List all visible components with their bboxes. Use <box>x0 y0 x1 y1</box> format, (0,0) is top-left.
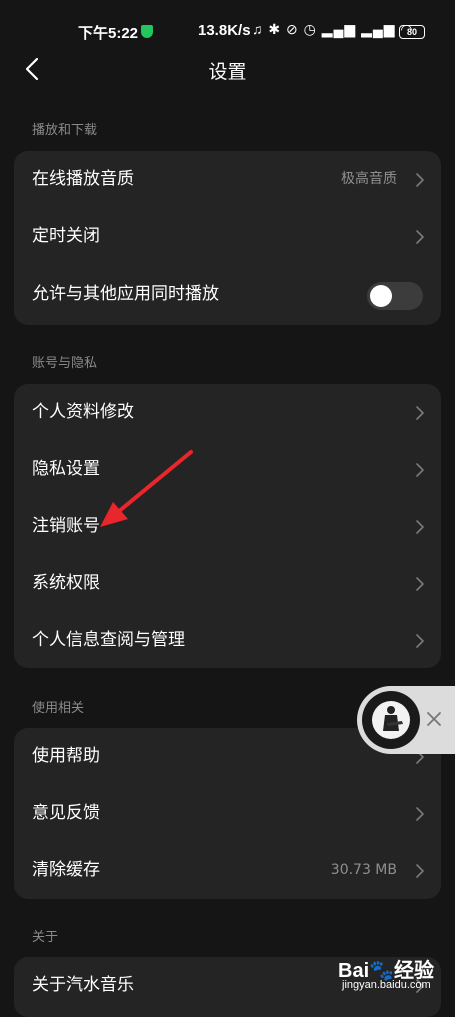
row-clear-cache[interactable]: 清除缓存 30.73 MB <box>14 842 441 899</box>
row-system-permissions[interactable]: 系统权限 <box>14 555 441 612</box>
cover-art-icon <box>383 706 403 731</box>
chevron-right-icon <box>416 406 424 420</box>
shield-icon <box>141 25 153 38</box>
close-icon[interactable] <box>423 708 445 730</box>
chevron-right-icon <box>416 520 424 534</box>
section-label-playback: 播放和下载 <box>32 123 98 138</box>
row-label: 在线播放音质 <box>32 169 134 189</box>
chevron-right-icon <box>416 634 424 648</box>
row-label: 允许与其他应用同时播放 <box>32 284 219 304</box>
card-playback: 在线播放音质 极高音质 定时关闭 允许与其他应用同时播放 <box>14 151 441 325</box>
row-privacy-settings[interactable]: 隐私设置 <box>14 441 441 498</box>
row-value: 极高音质 <box>341 171 397 187</box>
row-label: 意见反馈 <box>32 803 100 823</box>
status-bar: 下午5:22 13.8K/s ♫ ✱ ⊘ ◷ ▂▄▆ ▂▄▆ ◠ 80 <box>0 0 455 50</box>
section-label-account: 账号与隐私 <box>32 356 98 371</box>
row-mix-playback: 允许与其他应用同时播放 <box>14 266 441 323</box>
chevron-right-icon <box>416 230 424 244</box>
row-label: 系统权限 <box>32 573 100 593</box>
row-label: 个人信息查阅与管理 <box>32 630 185 650</box>
row-label: 个人资料修改 <box>32 402 134 422</box>
section-label-usage: 使用相关 <box>32 701 85 716</box>
network-speed: 13.8K/s <box>198 22 251 39</box>
row-value: 30.73 MB <box>330 862 397 878</box>
chevron-right-icon <box>416 173 424 187</box>
row-playback-quality[interactable]: 在线播放音质 极高音质 <box>14 151 441 208</box>
row-label: 隐私设置 <box>32 459 100 479</box>
chevron-right-icon <box>416 864 424 878</box>
row-edit-profile[interactable]: 个人资料修改 <box>14 384 441 441</box>
now-playing-cover[interactable] <box>362 691 420 749</box>
card-account: 个人资料修改 隐私设置 注销账号 系统权限 个人信息查阅与管理 <box>14 384 441 668</box>
section-label-about: 关于 <box>32 930 59 945</box>
row-label: 定时关闭 <box>32 226 100 246</box>
chevron-right-icon <box>416 577 424 591</box>
watermark: Bai🐾经验 jingyan.baidu.com <box>338 954 448 994</box>
row-label: 关于汽水音乐 <box>32 975 134 995</box>
nav-bar: 设置 <box>0 50 455 90</box>
row-delete-account[interactable]: 注销账号 <box>14 498 441 555</box>
row-personal-info[interactable]: 个人信息查阅与管理 <box>14 612 441 669</box>
status-time: 下午5:22 <box>78 25 139 42</box>
status-icons: ♫ ✱ ⊘ ◷ ▂▄▆ ▂▄▆ ◠ <box>252 21 414 37</box>
row-label: 注销账号 <box>32 516 100 536</box>
row-feedback[interactable]: 意见反馈 <box>14 785 441 842</box>
row-sleep-timer[interactable]: 定时关闭 <box>14 208 441 265</box>
page-title: 设置 <box>208 61 247 83</box>
battery-icon: 80 <box>399 25 425 39</box>
cover-image <box>372 701 410 739</box>
watermark-url: jingyan.baidu.com <box>342 979 431 991</box>
row-label: 使用帮助 <box>32 746 100 766</box>
chevron-right-icon <box>416 463 424 477</box>
row-label: 清除缓存 <box>32 860 100 880</box>
floating-player <box>357 686 455 754</box>
chevron-right-icon <box>416 807 424 821</box>
card-usage: 使用帮助 意见反馈 清除缓存 30.73 MB <box>14 728 441 899</box>
toggle-knob <box>370 285 392 307</box>
mix-playback-toggle[interactable] <box>367 282 423 310</box>
